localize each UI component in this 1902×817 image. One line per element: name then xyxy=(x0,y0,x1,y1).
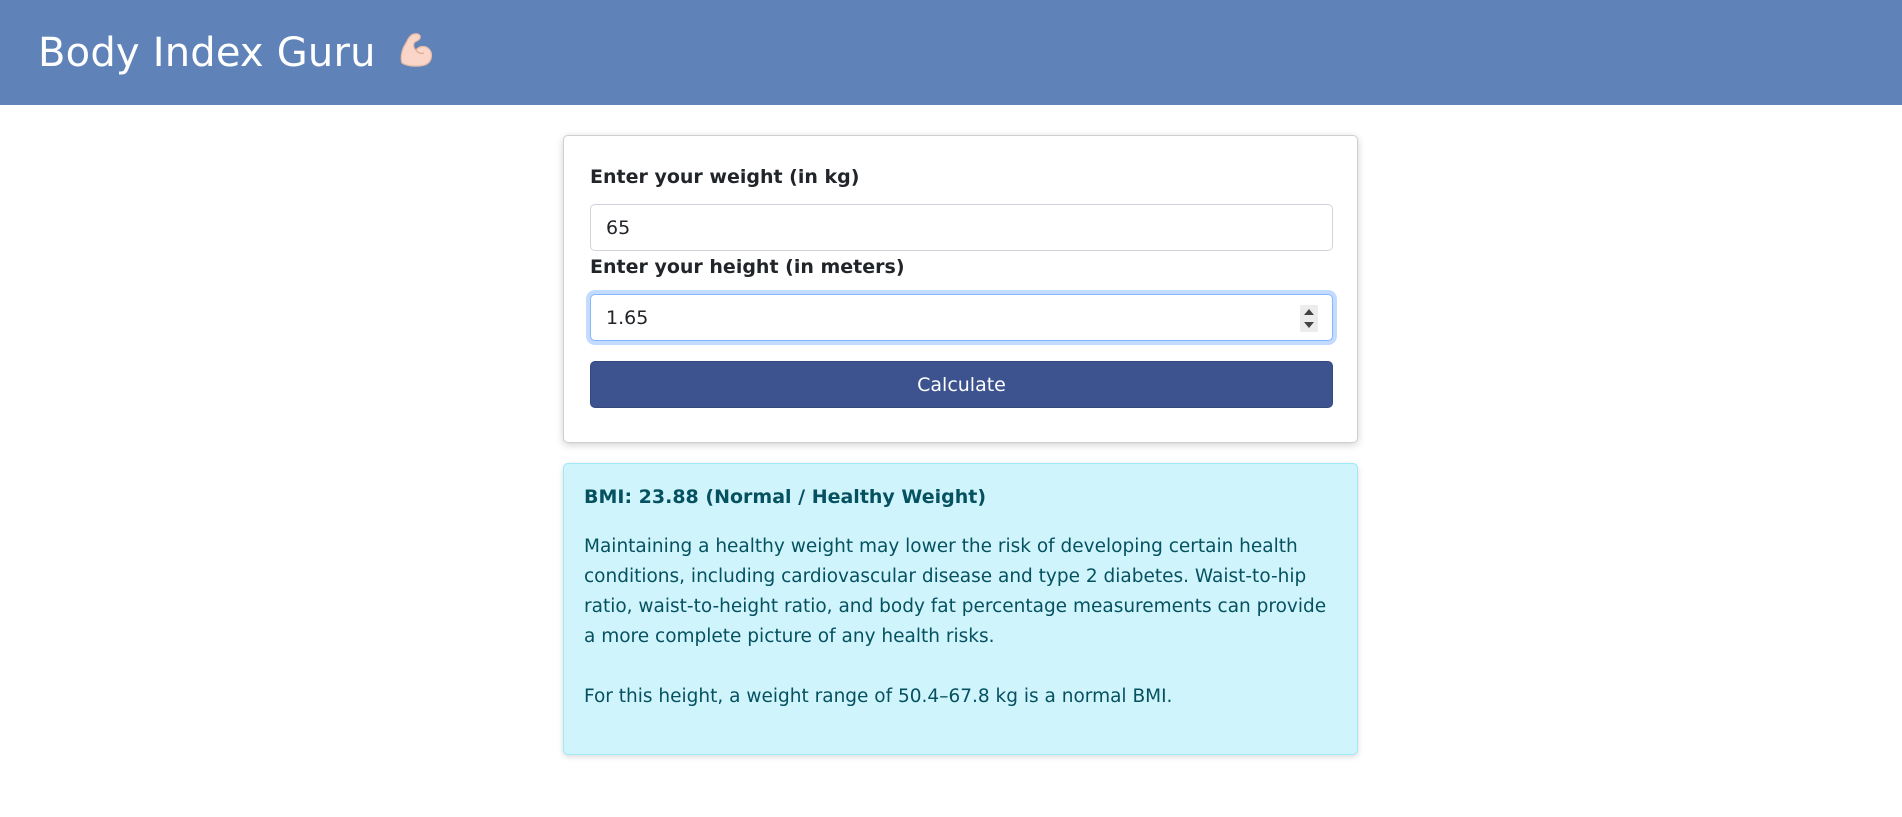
bmi-result-card: BMI: 23.88 (Normal / Healthy Weight) Mai… xyxy=(563,463,1358,755)
height-input-value: 1.65 xyxy=(606,306,649,329)
bmi-weight-range: For this height, a weight range of 50.4–… xyxy=(584,686,1173,707)
spin-up-icon[interactable] xyxy=(1304,308,1314,315)
brand-title[interactable]: Body Index Guru xyxy=(38,30,376,76)
number-spinner[interactable] xyxy=(1300,305,1318,332)
bmi-form-card: Enter your weight (in kg) 65 Enter your … xyxy=(563,135,1358,443)
height-label: Enter your height (in meters) xyxy=(590,256,905,278)
weight-input-value: 65 xyxy=(606,216,631,239)
spin-down-icon[interactable] xyxy=(1304,322,1314,329)
bmi-result-title: BMI: 23.88 (Normal / Healthy Weight) xyxy=(584,486,986,508)
bmi-result-description: Maintaining a healthy weight may lower t… xyxy=(584,536,1327,647)
weight-input[interactable]: 65 xyxy=(590,204,1333,251)
calculate-button[interactable]: Calculate xyxy=(590,361,1333,408)
navbar: Body Index Guru xyxy=(0,0,1902,105)
weight-label: Enter your weight (in kg) xyxy=(590,166,860,188)
flexed-biceps-icon xyxy=(394,29,436,71)
height-input[interactable]: 1.65 xyxy=(590,294,1333,341)
